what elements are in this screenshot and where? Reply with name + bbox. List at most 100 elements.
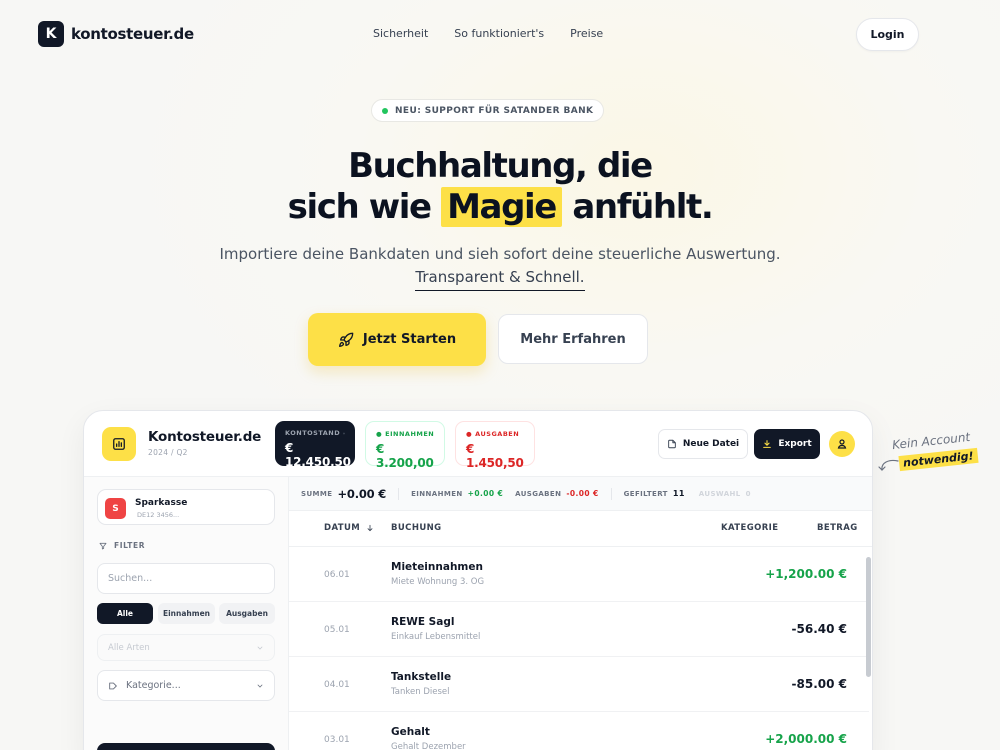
row-date: 06.01 <box>324 570 350 580</box>
balance-label: KONTOSTAND <box>285 429 341 437</box>
filter-tab-all[interactable]: Alle <box>97 603 153 624</box>
subline-emphasis: Transparent & Schnell. <box>415 266 585 291</box>
sum-value: +0.00 € <box>337 486 387 501</box>
sidebar-action-button[interactable] <box>97 743 275 750</box>
headline-line-2: sich wie Magie anfühlt. <box>0 187 1000 228</box>
sum-label: SUMME <box>301 489 333 498</box>
subline-text: Importiere deine Bankdaten und sieh sofo… <box>219 245 781 263</box>
category-select[interactable]: Kategorie... <box>97 670 275 701</box>
hero-subline: Importiere deine Bankdaten und sieh sofo… <box>0 243 1000 291</box>
row-amount: -56.40 € <box>791 622 847 636</box>
row-date: 04.01 <box>324 680 350 690</box>
learn-more-button[interactable]: Mehr Erfahren <box>498 314 648 364</box>
login-button[interactable]: Login <box>856 18 919 51</box>
user-icon[interactable] <box>829 431 855 457</box>
table-row[interactable]: 05.01 REWE Sagl Einkauf Lebensmittel -56… <box>289 602 869 657</box>
column-category[interactable]: KATEGORIE <box>721 523 778 533</box>
expense-dot-icon: ● <box>466 430 473 438</box>
nav-link-pricing[interactable]: Preise <box>570 27 603 40</box>
headline-line-1: Buchhaltung, die <box>348 146 653 186</box>
balance-card: KONTOSTAND € 12.450,50 <box>275 421 355 469</box>
dashboard-header: Kontosteuer.de 2024 / Q2 KONTOSTAND € 12… <box>84 411 872 477</box>
category-select-value: Kategorie... <box>126 680 181 691</box>
export-label: Export <box>778 439 812 449</box>
column-date[interactable]: DATUM <box>324 523 374 533</box>
start-button-label: Jetzt Starten <box>362 332 457 347</box>
export-button[interactable]: Export <box>754 429 820 459</box>
table-scrollbar[interactable] <box>866 557 871 677</box>
headline-part-b: anfühlt. <box>572 187 713 227</box>
row-date: 05.01 <box>324 625 350 635</box>
column-booking[interactable]: BUCHUNG <box>391 523 442 533</box>
selection-value: 0 <box>745 489 751 498</box>
row-title: Mieteinnahmen <box>391 561 483 573</box>
file-icon <box>668 439 676 449</box>
column-date-label: DATUM <box>324 523 361 533</box>
expense-label: AUSGABEN <box>475 430 520 438</box>
row-title: Tankstelle <box>391 671 452 683</box>
dashboard-preview: Kontosteuer.de 2024 / Q2 KONTOSTAND € 12… <box>83 410 873 750</box>
type-select-value: Alle Arten <box>108 642 150 653</box>
filter-icon <box>99 542 107 549</box>
row-amount: +1,200.00 € <box>765 567 847 581</box>
balance-value: € 12.450,50 <box>285 441 351 469</box>
new-file-label: Neue Datei <box>682 439 740 449</box>
divider <box>610 487 612 500</box>
tag-icon <box>109 682 117 689</box>
filter-label: FILTER <box>114 541 146 550</box>
income-dot-icon: ● <box>376 430 383 438</box>
headline-highlight: Magie <box>441 187 562 227</box>
curved-arrow-icon <box>878 459 899 471</box>
expense-card: ● AUSGABEN € 1.450,50 <box>455 421 535 470</box>
row-title: REWE Sagl <box>391 616 455 628</box>
announcement-badge[interactable]: NEU: SUPPORT FÜR SATANDER BANK <box>371 99 605 122</box>
row-amount: +2,000.00 € <box>765 732 847 746</box>
rocket-icon <box>338 332 354 347</box>
filter-heading: FILTER <box>99 541 145 550</box>
new-file-button[interactable]: Neue Datei <box>658 429 748 459</box>
filter-tab-expense[interactable]: Ausgaben <box>219 603 275 624</box>
bank-account-selector[interactable]: S Sparkasse DE12 3456... <box>97 489 275 525</box>
income-label: EINNAHMEN <box>385 430 435 438</box>
filter-tab-income[interactable]: Einnahmen <box>158 603 215 624</box>
type-select[interactable]: Alle Arten <box>97 634 275 661</box>
row-title: Gehalt <box>391 726 430 738</box>
table-row[interactable]: 06.01 Mieteinnahmen Miete Wohnung 3. OG … <box>289 547 869 602</box>
chevron-down-icon <box>257 684 263 688</box>
summary-expense-label: AUSGABEN <box>515 489 562 498</box>
row-description: Einkauf Lebensmittel <box>391 632 481 642</box>
row-description: Miete Wohnung 3. OG <box>391 577 485 587</box>
income-card: ● EINNAHMEN € 3.200,00 <box>365 421 445 470</box>
logo[interactable]: K kontosteuer.de <box>38 21 194 47</box>
badge-text: NEU: SUPPORT FÜR SATANDER BANK <box>395 105 594 116</box>
logo-text: kontosteuer.de <box>71 25 194 43</box>
row-date: 03.01 <box>324 735 350 745</box>
top-navigation: K kontosteuer.de Sicherheit So funktioni… <box>0 0 1000 68</box>
search-input[interactable] <box>97 563 275 594</box>
bank-iban: DE12 3456... <box>137 511 180 519</box>
summary-bar: SUMME +0.00 € EINNAHMEN +0.00 € AUSGABEN… <box>289 477 872 511</box>
wallet-icon <box>343 432 345 434</box>
selection-label: AUSWAHL <box>698 489 741 498</box>
row-amount: -85.00 € <box>791 677 847 691</box>
dashboard-title: Kontosteuer.de <box>148 429 262 445</box>
filtered-value: 11 <box>672 489 685 498</box>
filtered-label: GEFILTERT <box>623 489 668 498</box>
logo-mark: K <box>38 21 64 47</box>
row-description: Gehalt Dezember <box>391 742 466 750</box>
summary-income-label: EINNAHMEN <box>411 489 463 498</box>
table-row[interactable]: 04.01 Tankstelle Tanken Diesel -85.00 € <box>289 657 869 712</box>
column-amount[interactable]: BETRAG <box>817 523 858 533</box>
summary-expense-value: -0.00 € <box>566 489 599 498</box>
start-button[interactable]: Jetzt Starten <box>308 313 486 366</box>
table-row[interactable]: 03.01 Gehalt Gehalt Dezember +2,000.00 € <box>289 712 869 750</box>
filter-sidebar: S Sparkasse DE12 3456... FILTER Alle Ein… <box>84 477 289 750</box>
bank-logo: S <box>105 498 126 519</box>
income-value: € 3.200,00 <box>376 442 434 470</box>
status-dot-icon <box>382 107 388 114</box>
row-description: Tanken Diesel <box>391 687 450 697</box>
nav-link-how-it-works[interactable]: So funktioniert's <box>454 27 544 40</box>
chevron-down-icon <box>257 646 263 650</box>
expense-value: € 1.450,50 <box>466 442 524 470</box>
nav-link-security[interactable]: Sicherheit <box>373 27 428 40</box>
